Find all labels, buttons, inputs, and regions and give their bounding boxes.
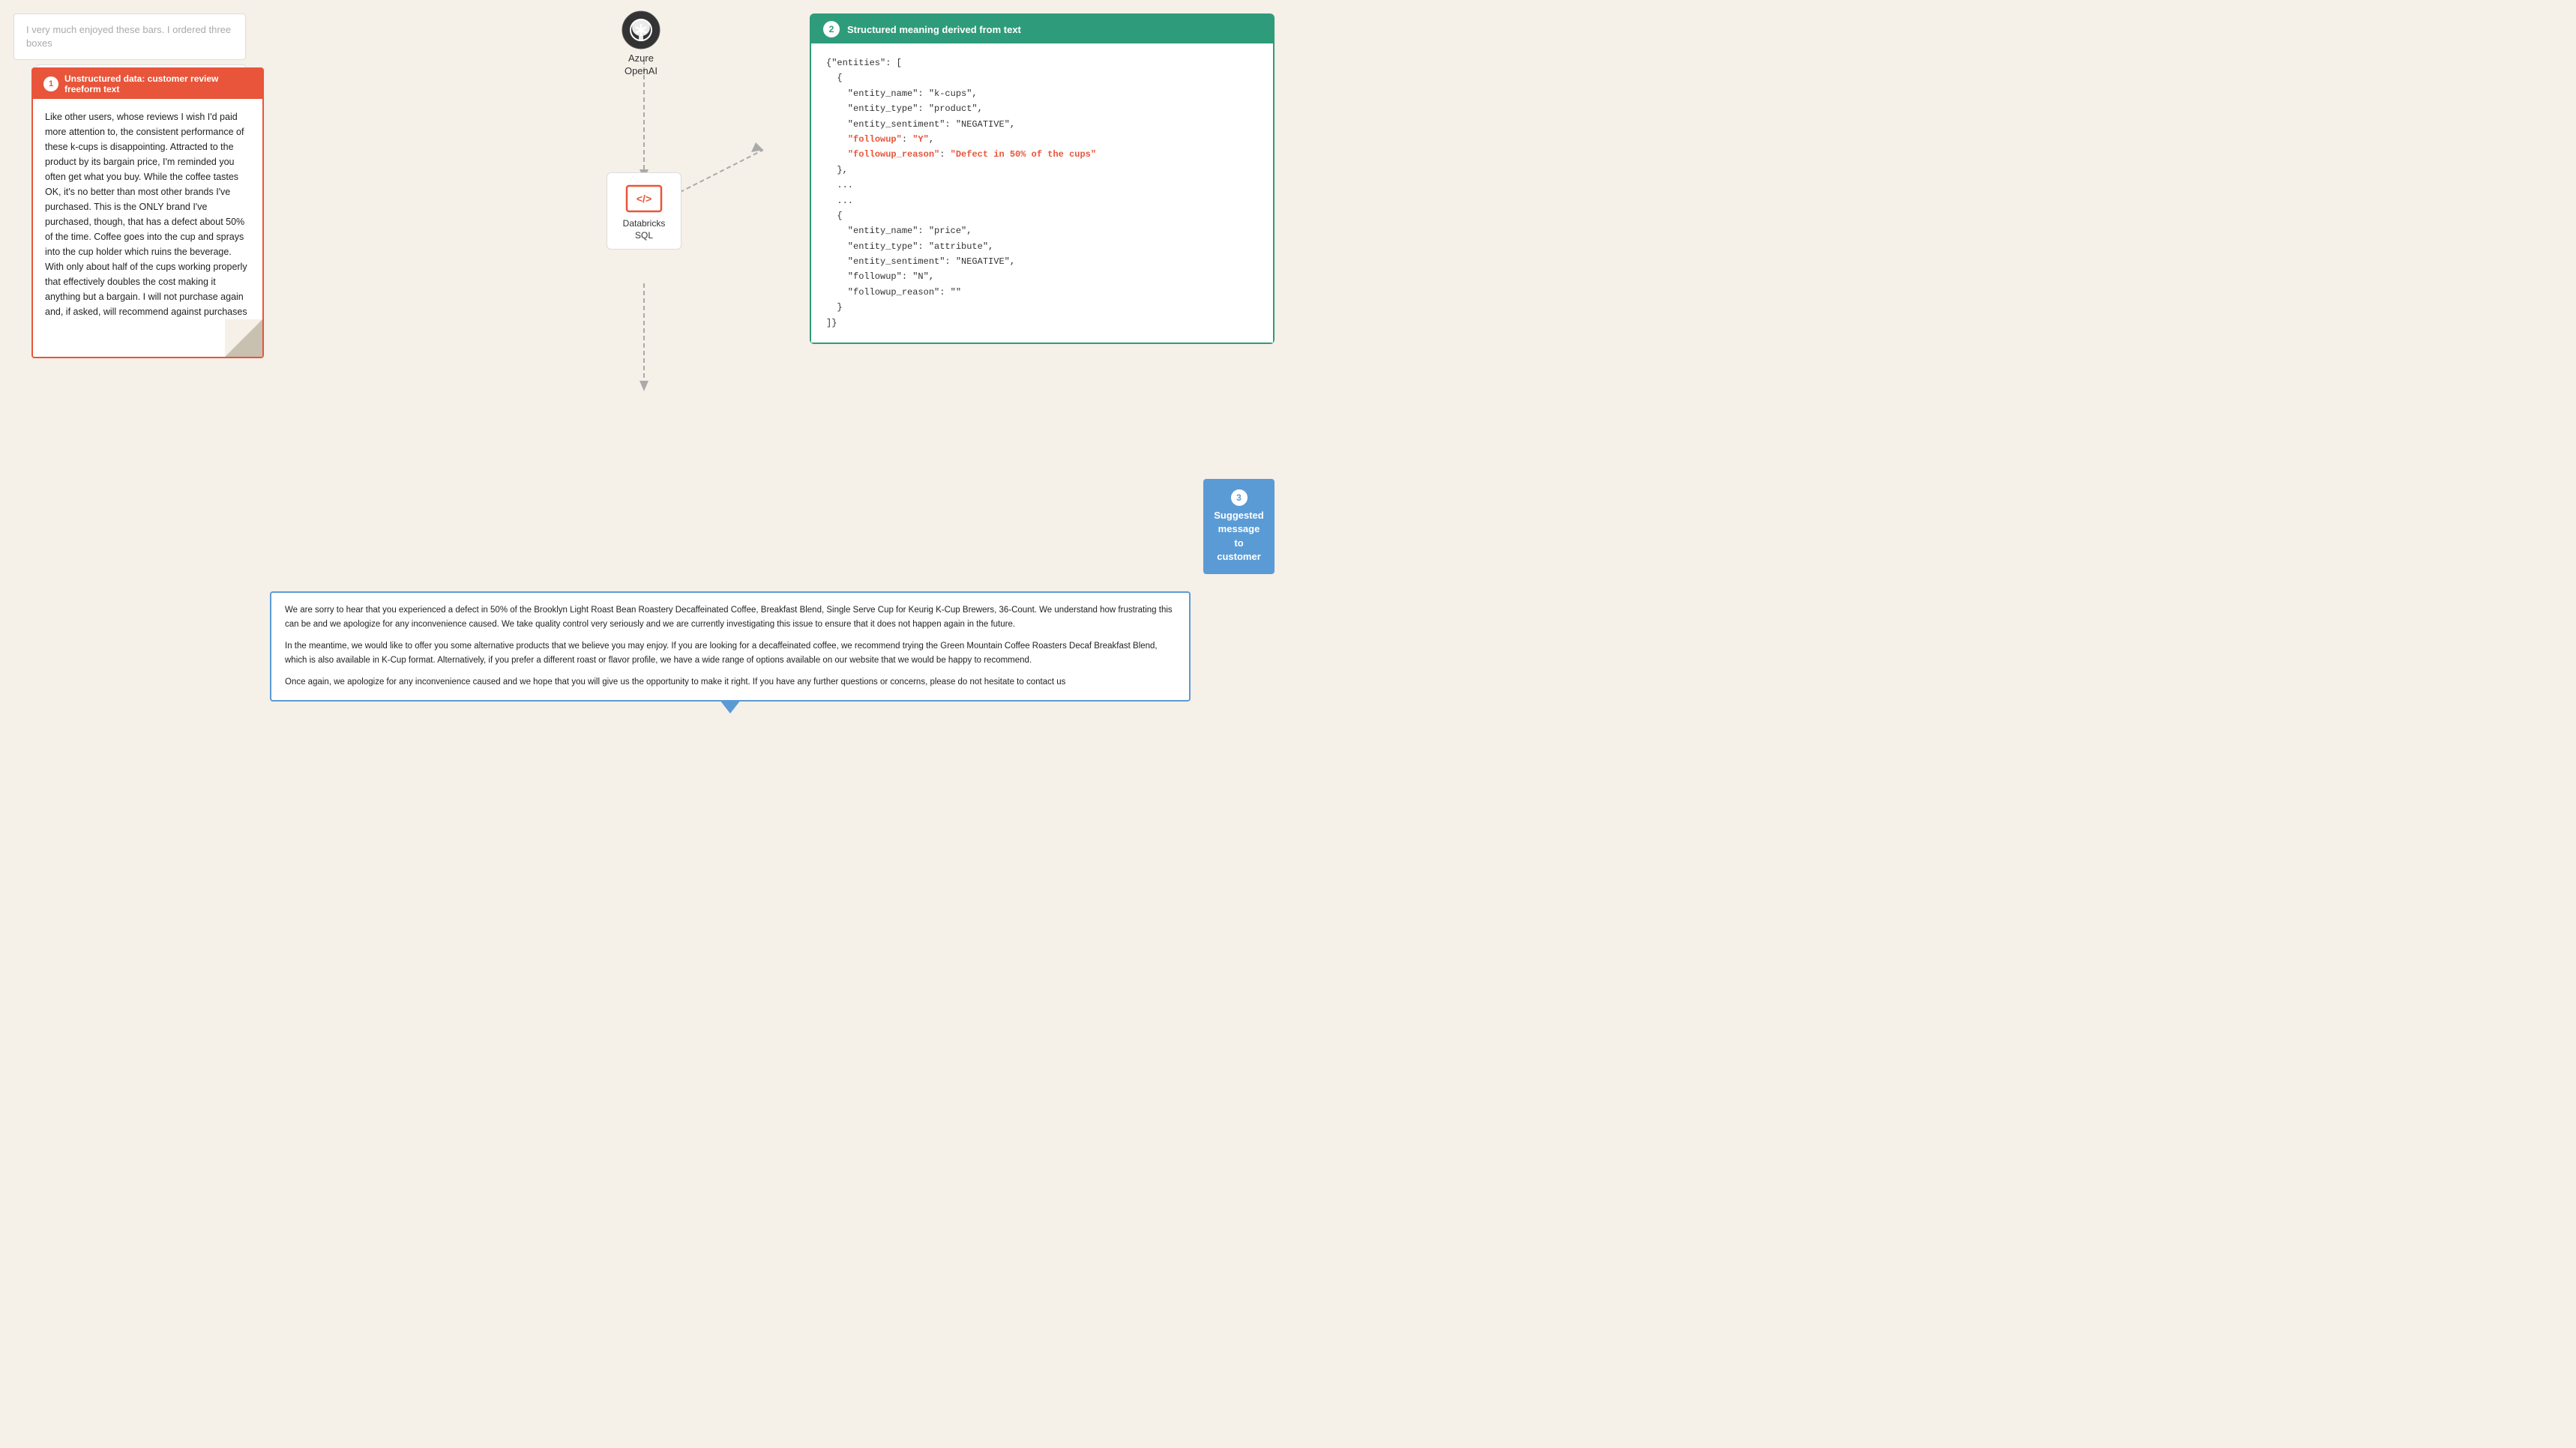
json-line: "entity_sentiment": "NEGATIVE", xyxy=(826,254,1258,269)
azure-openai-label: Azure OpenAI xyxy=(625,52,657,78)
json-line: "entity_sentiment": "NEGATIVE", xyxy=(826,117,1258,132)
json-body: {"entities": [ { "entity_name": "k-cups"… xyxy=(811,43,1273,343)
unstructured-data-label: Unstructured data: customer review freef… xyxy=(64,73,252,94)
json-line: { xyxy=(826,208,1258,223)
review-body: Like other users, whose reviews I wish I… xyxy=(33,99,262,357)
badge-2: 2 xyxy=(823,21,840,37)
openai-icon xyxy=(622,10,660,49)
ghost-card-1: I very much enjoyed these bars. I ordere… xyxy=(13,13,246,60)
json-line: } xyxy=(826,300,1258,315)
review-card: 1 Unstructured data: customer review fre… xyxy=(31,67,264,358)
json-line: { xyxy=(826,70,1258,85)
json-line: ... xyxy=(826,178,1258,193)
json-line: {"entities": [ xyxy=(826,55,1258,70)
badge-1: 1 xyxy=(43,76,58,91)
review-text: Like other users, whose reviews I wish I… xyxy=(45,112,247,317)
svg-text:</>: </> xyxy=(637,193,651,205)
message-para-1: We are sorry to hear that you experience… xyxy=(285,603,1176,632)
json-line: ]} xyxy=(826,316,1258,331)
ghost-card-1-text: I very much enjoyed these bars. I ordere… xyxy=(26,24,231,49)
databricks-icon: </> xyxy=(625,184,663,214)
suggested-message-label: 3 Suggested message to customer xyxy=(1203,479,1275,574)
suggested-message-text: Suggested message to customer xyxy=(1212,509,1266,564)
json-line: "entity_name": "k-cups", xyxy=(826,86,1258,101)
azure-openai-logo: Azure OpenAI xyxy=(622,10,660,78)
json-line: "followup_reason": "" xyxy=(826,285,1258,300)
message-para-2: In the meantime, we would like to offer … xyxy=(285,639,1176,668)
message-text: We are sorry to hear that you experience… xyxy=(285,603,1176,690)
databricks-label: Databricks SQL xyxy=(623,218,666,241)
json-line: "followup": "N", xyxy=(826,269,1258,284)
review-card-fold xyxy=(225,319,262,357)
json-line: "entity_type": "product", xyxy=(826,101,1258,116)
databricks-sql-box: </> Databricks SQL xyxy=(607,172,681,250)
message-para-3: Once again, we apologize for any inconve… xyxy=(285,675,1176,690)
json-line: "followup_reason": "Defect in 50% of the… xyxy=(826,147,1258,162)
badge-3: 3 xyxy=(1231,489,1248,506)
json-line: "entity_type": "attribute", xyxy=(826,239,1258,254)
json-line: "followup": "Y", xyxy=(826,132,1258,147)
json-panel: 2 Structured meaning derived from text {… xyxy=(810,13,1275,344)
structured-meaning-label: Structured meaning derived from text xyxy=(847,24,1021,35)
review-card-label: 1 Unstructured data: customer review fre… xyxy=(33,69,262,99)
json-line: ... xyxy=(826,193,1258,208)
json-line: }, xyxy=(826,163,1258,178)
json-line: "entity_name": "price", xyxy=(826,223,1258,238)
message-panel: We are sorry to hear that you experience… xyxy=(270,591,1191,702)
json-panel-label: 2 Structured meaning derived from text xyxy=(811,15,1273,43)
